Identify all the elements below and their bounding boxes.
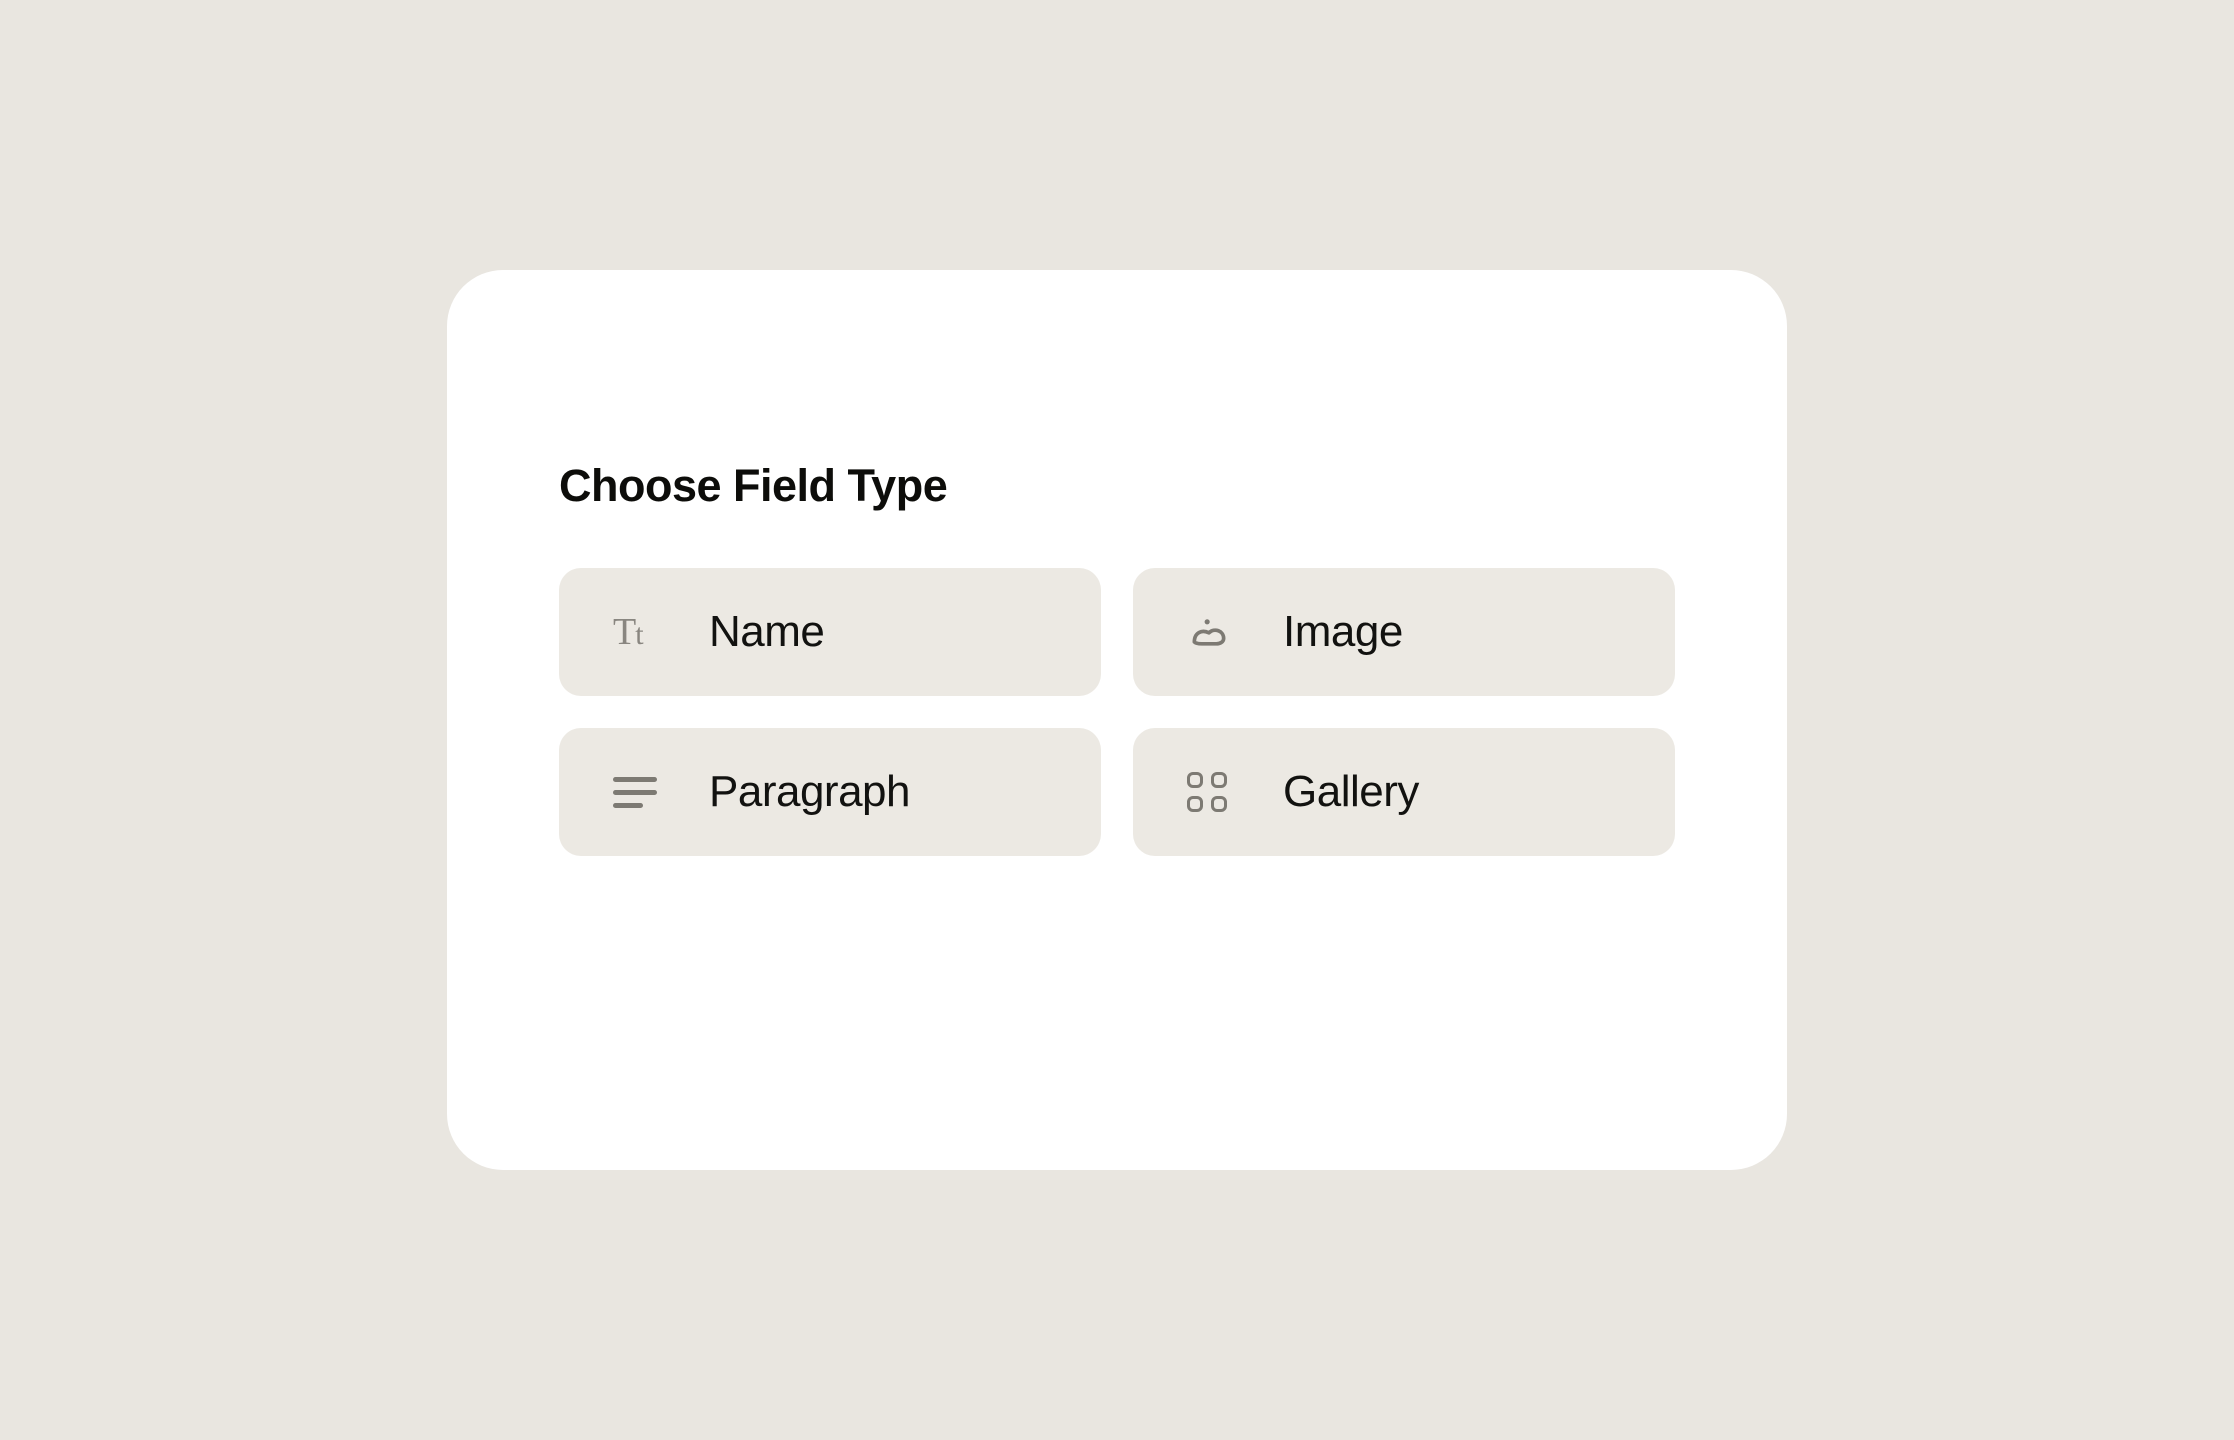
field-option-label: Name	[709, 607, 824, 657]
field-option-paragraph[interactable]: Paragraph	[559, 728, 1101, 856]
field-option-gallery[interactable]: Gallery	[1133, 728, 1675, 856]
gallery-icon	[1187, 772, 1235, 812]
field-option-image[interactable]: Image	[1133, 568, 1675, 696]
modal-title: Choose Field Type	[559, 460, 1675, 512]
field-option-label: Image	[1283, 607, 1403, 657]
paragraph-icon	[613, 777, 661, 808]
text-icon: Tt	[613, 613, 661, 651]
field-option-name[interactable]: Tt Name	[559, 568, 1101, 696]
field-options-grid: Tt Name Image Paragraph	[559, 568, 1675, 856]
field-option-label: Paragraph	[709, 767, 910, 817]
field-type-modal: Choose Field Type Tt Name Image	[447, 270, 1787, 1170]
field-option-label: Gallery	[1283, 767, 1419, 817]
image-icon	[1187, 609, 1235, 656]
